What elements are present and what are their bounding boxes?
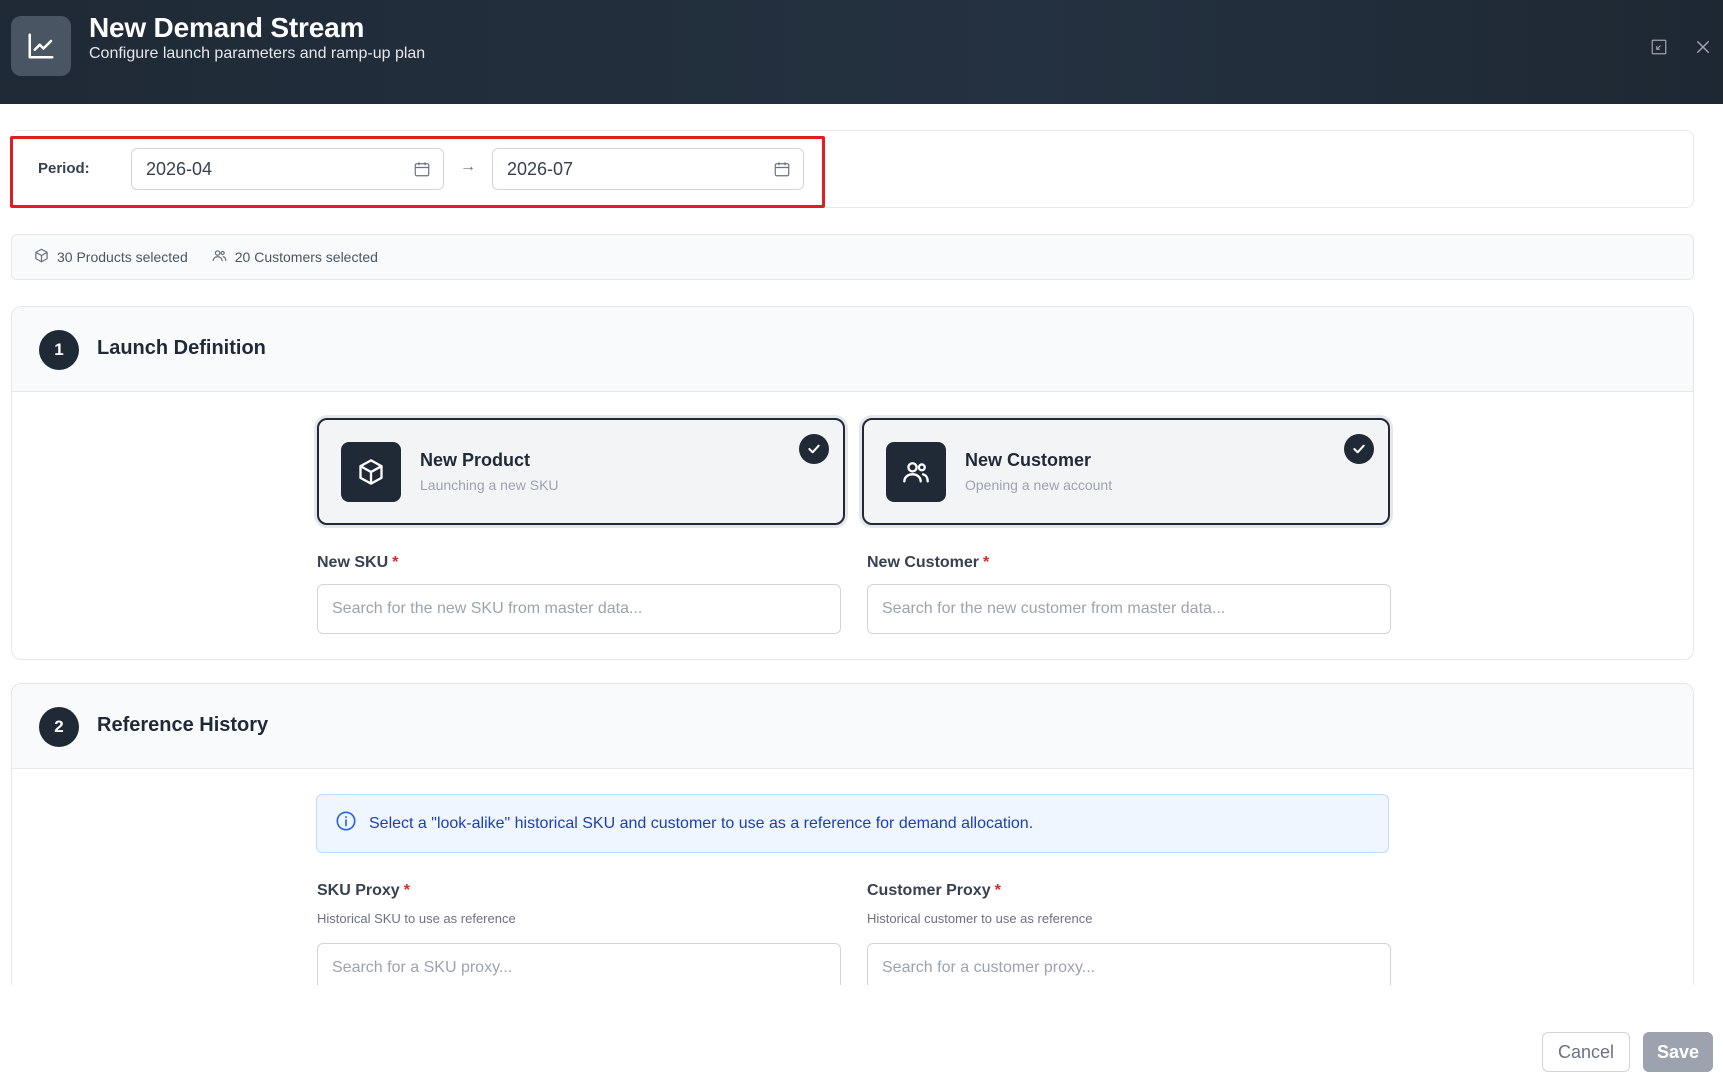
cancel-button[interactable]: Cancel [1542, 1032, 1630, 1072]
close-icon[interactable] [1692, 36, 1714, 58]
users-icon [212, 248, 227, 266]
new-sku-label-text: New SKU [317, 554, 389, 571]
new-customer-label-text: New Customer [867, 554, 980, 571]
dialog-subtitle: Configure launch parameters and ramp-up … [89, 45, 426, 62]
new-sku-input[interactable] [317, 584, 841, 634]
sku-proxy-label-text: SKU Proxy [317, 882, 400, 899]
customers-selected: 20 Customers selected [212, 248, 378, 266]
period-end-value: 2026-07 [507, 158, 574, 179]
calendar-icon[interactable] [413, 160, 431, 183]
selection-summary: 30 Products selected 20 Customers select… [11, 234, 1694, 280]
new-sku-label: New SKU * [317, 554, 398, 572]
new-product-option[interactable]: New Product Launching a new SKU [317, 418, 845, 525]
checkmark-icon [1344, 434, 1374, 464]
section-header: 2 Reference History [12, 684, 1693, 769]
option-title: New Product [420, 450, 531, 470]
customers-selected-label: 20 Customers selected [234, 249, 378, 265]
period-arrow: → [460, 158, 476, 175]
customer-proxy-label-text: Customer Proxy [867, 882, 991, 899]
reference-history-section: 2 Reference History [11, 683, 1694, 1023]
required-marker: * [392, 554, 399, 571]
info-icon [335, 810, 357, 837]
section-title: Launch Definition [97, 337, 266, 359]
new-customer-input[interactable] [867, 584, 1391, 634]
period-end-input[interactable]: 2026-07 [492, 148, 804, 190]
period-start-value: 2026-04 [146, 158, 213, 179]
package-icon [341, 442, 401, 502]
products-selected-label: 30 Products selected [57, 249, 188, 265]
sku-proxy-label: SKU Proxy * [317, 882, 410, 900]
info-banner: Select a "look-alike" historical SKU and… [316, 794, 1389, 853]
new-customer-option[interactable]: New Customer Opening a new account [862, 418, 1390, 525]
step-number: 2 [39, 707, 79, 747]
required-marker: * [994, 882, 1001, 899]
dialog-header: New Demand Stream Configure launch param… [0, 0, 1723, 104]
save-button[interactable]: Save [1643, 1032, 1713, 1072]
step-number: 1 [39, 330, 79, 370]
required-marker: * [983, 554, 990, 571]
products-selected: 30 Products selected [34, 248, 188, 266]
dialog-title: New Demand Stream [89, 12, 365, 43]
customer-proxy-label: Customer Proxy * [867, 882, 1001, 900]
period-label: Period: [38, 160, 90, 177]
section-title: Reference History [97, 714, 269, 736]
trend-chart-icon [11, 16, 71, 76]
checkmark-icon [799, 434, 829, 464]
section-header: 1 Launch Definition [12, 307, 1693, 392]
sku-proxy-help: Historical SKU to use as reference [317, 911, 516, 926]
new-customer-label: New Customer * [867, 554, 989, 572]
option-title: New Customer [965, 450, 1092, 470]
option-subtitle: Launching a new SKU [420, 477, 559, 493]
option-subtitle: Opening a new account [965, 477, 1113, 493]
expand-icon[interactable] [1648, 36, 1670, 58]
launch-definition-section: 1 Launch Definition [11, 306, 1694, 660]
period-start-input[interactable]: 2026-04 [131, 148, 444, 190]
users-icon [886, 442, 946, 502]
calendar-icon[interactable] [773, 160, 791, 183]
dialog-footer [0, 985, 1723, 1078]
customer-proxy-help: Historical customer to use as reference [867, 911, 1093, 926]
box-icon [34, 248, 49, 266]
required-marker: * [403, 882, 410, 899]
info-text: Select a "look-alike" historical SKU and… [369, 814, 1034, 832]
